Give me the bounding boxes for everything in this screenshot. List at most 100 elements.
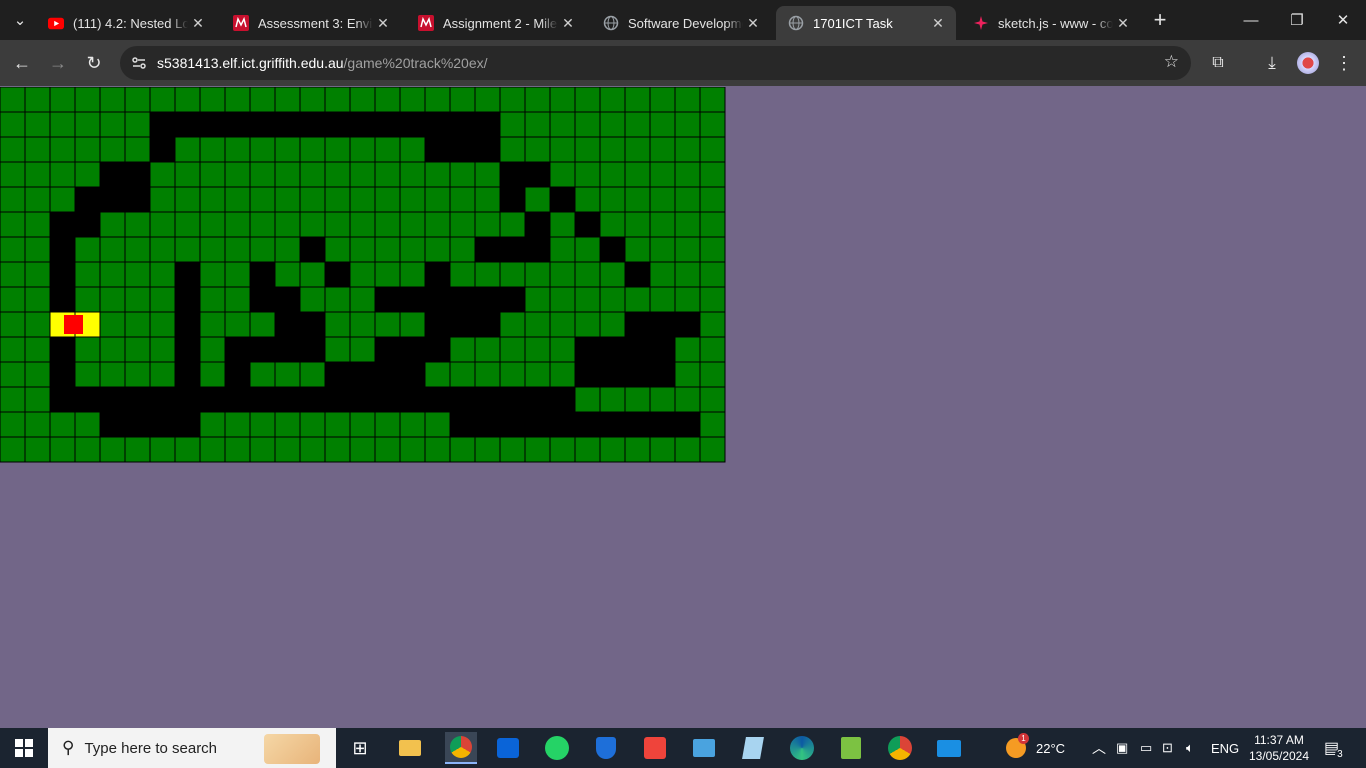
maze-wall-cell: [274, 186, 301, 213]
maze-wall-cell: [249, 136, 276, 163]
maze-wall-cell: [0, 311, 26, 338]
site-info-icon[interactable]: [130, 54, 148, 72]
clock[interactable]: 11:37 AM 13/05/2024: [1246, 728, 1312, 768]
maze-wall-cell: [599, 136, 626, 163]
maze-path-cell: [274, 311, 301, 338]
maze-wall-cell: [474, 161, 501, 188]
bookmark-star-icon[interactable]: ☆: [1164, 52, 1179, 72]
download-icon[interactable]: ⤓: [1257, 48, 1287, 78]
maze-wall-cell: [274, 411, 301, 438]
maze-wall-cell: [299, 261, 326, 288]
maze-wall-cell: [224, 211, 251, 238]
profile-avatar[interactable]: [1293, 48, 1323, 78]
sheets-app-icon[interactable]: [835, 732, 867, 764]
tab-1[interactable]: (111) 4.2: Nested Loop✕: [36, 6, 216, 40]
volume-icon[interactable]: 🔈︎: [1186, 728, 1194, 768]
minimize-button[interactable]: —: [1228, 0, 1274, 40]
maze-wall-cell: [24, 186, 51, 213]
new-tab-button[interactable]: +: [1140, 0, 1180, 40]
maze-wall-cell: [299, 87, 326, 113]
notepad-icon[interactable]: [737, 732, 769, 764]
maze-wall-cell: [599, 87, 626, 113]
tab-close-icon[interactable]: ✕: [743, 15, 763, 32]
maze-wall-cell: [674, 111, 701, 138]
task-view-icon[interactable]: ⊞: [344, 732, 376, 764]
notification-center-icon[interactable]: ▤ 3: [1324, 728, 1345, 768]
address-bar[interactable]: s5381413.elf.ict.griffith.edu.au/game%20…: [120, 46, 1191, 80]
maze-wall-cell: [624, 111, 651, 138]
meet-now-icon[interactable]: ▣: [1116, 728, 1128, 768]
maze-wall-cell: [499, 136, 526, 163]
tab-3[interactable]: Assignment 2 - Milestone✕: [406, 6, 586, 40]
close-window-button[interactable]: ✕: [1320, 0, 1366, 40]
tab-title: (111) 4.2: Nested Loop: [73, 15, 188, 31]
maze-wall-cell: [524, 111, 551, 138]
weather-widget[interactable]: 1 22°C: [1006, 728, 1065, 768]
tab-close-icon[interactable]: ✕: [1113, 15, 1133, 32]
maze-path-cell: [174, 386, 201, 413]
extensions-icon[interactable]: ⧉: [1203, 48, 1233, 78]
edge-icon[interactable]: [786, 732, 818, 764]
show-hidden-icons-chevron-icon[interactable]: ︿: [1092, 728, 1106, 768]
back-button[interactable]: ←: [7, 48, 37, 78]
tab-4[interactable]: Software Development✕: [591, 6, 771, 40]
tab-close-icon[interactable]: ✕: [928, 15, 948, 32]
mail-icon[interactable]: [933, 732, 965, 764]
maze-canvas[interactable]: [0, 87, 726, 463]
file-explorer-icon[interactable]: [394, 732, 426, 764]
chrome-profile-icon[interactable]: [884, 732, 916, 764]
maze-wall-cell: [374, 311, 401, 338]
maze-path-cell: [524, 386, 551, 413]
language-indicator[interactable]: ENG: [1211, 728, 1239, 768]
maze-wall-cell: [149, 336, 176, 363]
anydesk-icon[interactable]: [639, 732, 671, 764]
reload-button[interactable]: ↻: [79, 48, 109, 78]
maze-wall-cell: [574, 186, 601, 213]
maze-wall-cell: [624, 136, 651, 163]
maze-wall-cell: [299, 361, 326, 388]
maze-wall-cell: [224, 236, 251, 263]
network-icon[interactable]: ⊡: [1162, 728, 1173, 768]
maze-path-cell: [199, 386, 226, 413]
maze-wall-cell: [599, 186, 626, 213]
maze-wall-cell: [149, 261, 176, 288]
whatsapp-icon[interactable]: [541, 732, 573, 764]
maze-path-cell: [99, 411, 126, 438]
maze-path-cell: [449, 286, 476, 313]
tab-5[interactable]: 1701ICT Task ✕: [776, 6, 956, 40]
defender-icon[interactable]: [590, 732, 622, 764]
maze-wall-cell: [424, 87, 451, 113]
forward-button[interactable]: →: [43, 48, 73, 78]
maze-wall-cell: [249, 411, 276, 438]
taskbar-search-box[interactable]: ⚲ Type here to search: [48, 728, 336, 768]
control-panel-icon[interactable]: [688, 732, 720, 764]
tab-2[interactable]: Assessment 3: Envision✕: [221, 6, 401, 40]
maze-path-cell: [249, 336, 276, 363]
maze-path-cell: [324, 386, 351, 413]
maze-wall-cell: [699, 386, 726, 413]
maze-wall-cell: [674, 161, 701, 188]
tab-6[interactable]: sketch.js - www - code✕: [961, 6, 1141, 40]
maze-wall-cell: [99, 87, 126, 113]
maze-wall-cell: [424, 211, 451, 238]
chrome-icon[interactable]: [445, 732, 477, 764]
maze-wall-cell: [74, 436, 101, 463]
maze-wall-cell: [499, 261, 526, 288]
windows-start-icon[interactable]: [8, 732, 40, 764]
p5-icon: [973, 15, 989, 31]
maze-wall-cell: [324, 286, 351, 313]
battery-icon[interactable]: ▭: [1140, 728, 1152, 768]
tab-close-icon[interactable]: ✕: [558, 15, 578, 32]
browser-menu-icon[interactable]: ⋮: [1329, 48, 1359, 78]
maze-wall-cell: [549, 236, 576, 263]
maze-wall-cell: [24, 161, 51, 188]
tab-search-chevron-icon[interactable]: ⌄: [0, 0, 40, 40]
maze-wall-cell: [574, 236, 601, 263]
tab-close-icon[interactable]: ✕: [373, 15, 393, 32]
restore-button[interactable]: ❐: [1274, 0, 1320, 40]
maze-wall-cell: [224, 286, 251, 313]
outlook-icon[interactable]: [492, 732, 524, 764]
maze-wall-cell: [549, 261, 576, 288]
tab-close-icon[interactable]: ✕: [188, 15, 208, 32]
maze-wall-cell: [49, 111, 76, 138]
